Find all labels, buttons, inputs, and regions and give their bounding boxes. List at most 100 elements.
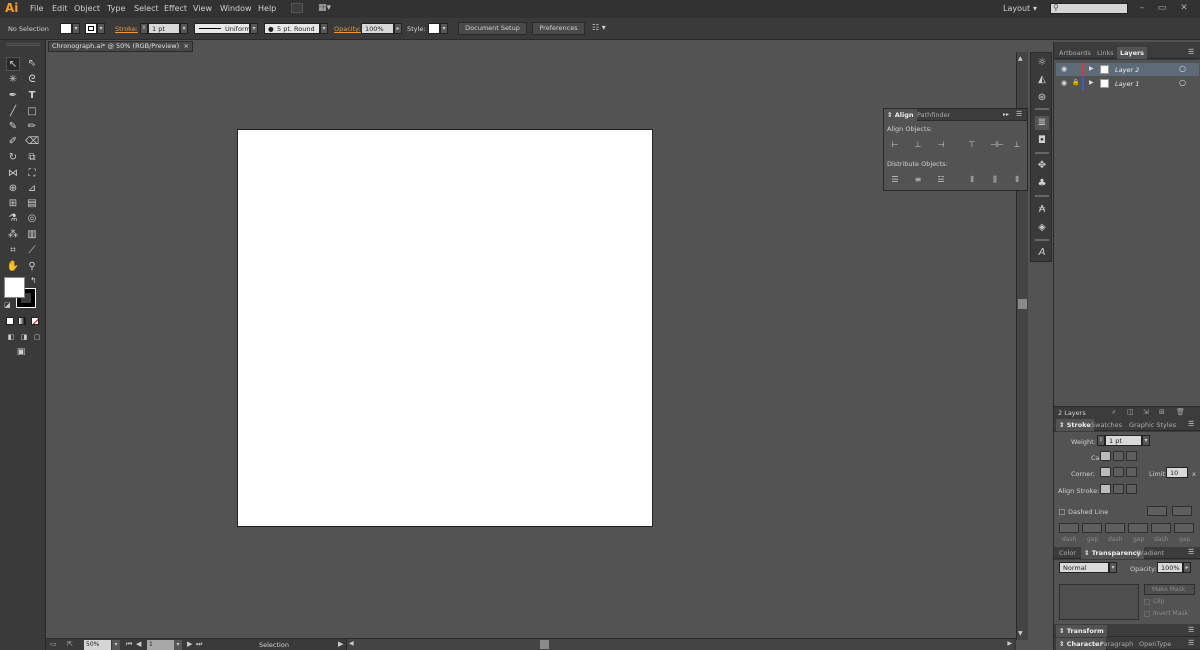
blob-brush-tool-icon[interactable]: ✐: [6, 135, 20, 149]
minimize-icon[interactable]: –: [1134, 2, 1150, 14]
menu-window[interactable]: Window: [220, 4, 252, 13]
weight-stepper[interactable]: ⇕: [1097, 435, 1105, 446]
visibility-eye-icon[interactable]: ◉: [1061, 65, 1067, 73]
gradient-mode-icon[interactable]: [18, 317, 26, 325]
preserve-dash-icon[interactable]: [1147, 506, 1167, 516]
gradient-tool-icon[interactable]: ▤: [25, 197, 39, 211]
layer-name[interactable]: Layer 2: [1115, 66, 1139, 74]
horizontal-align-left-icon[interactable]: ⊢: [890, 140, 900, 150]
layer-row[interactable]: ◉ ▶ Layer 2 ○: [1056, 63, 1199, 76]
navigator-icon[interactable]: ✥: [1035, 159, 1049, 173]
opacity-mask-thumbnail[interactable]: [1059, 584, 1139, 620]
selection-tool-icon[interactable]: ↖: [6, 57, 20, 71]
pathfinder-icon[interactable]: ◘: [1035, 134, 1049, 148]
delete-layer-icon[interactable]: 🗑: [1176, 408, 1185, 416]
tab-pathfinder[interactable]: Pathfinder: [914, 109, 953, 121]
target-icon[interactable]: ○: [1179, 64, 1186, 73]
workspace-switcher[interactable]: Layout: [1003, 4, 1030, 13]
next-artboard-icon[interactable]: ▶: [187, 640, 192, 648]
tab-paragraph[interactable]: Paragraph: [1097, 638, 1136, 650]
stroke-panel-menu-icon[interactable]: ☰: [1188, 420, 1194, 428]
align-dash-icon[interactable]: [1172, 506, 1192, 516]
opacity-label[interactable]: Opacity:: [334, 25, 361, 33]
hand-tool-icon[interactable]: ✋: [6, 260, 20, 274]
rectangle-tool-icon[interactable]: □: [25, 105, 39, 119]
draw-behind-icon[interactable]: ◨: [17, 330, 31, 344]
invert-mask-checkbox[interactable]: [1144, 611, 1150, 617]
none-mode-icon[interactable]: [31, 317, 39, 325]
butt-cap-icon[interactable]: [1100, 451, 1111, 461]
dash-field-2[interactable]: [1105, 523, 1125, 533]
panel-menu-icon[interactable]: ☰: [1016, 110, 1022, 118]
perspective-grid-tool-icon[interactable]: ⊿: [25, 182, 39, 196]
fill-swatch[interactable]: [60, 23, 72, 34]
maximize-icon[interactable]: ▭: [1154, 2, 1170, 14]
vertical-distribute-top-icon[interactable]: ☰: [890, 175, 900, 185]
scroll-right-icon[interactable]: ▶: [1007, 640, 1012, 647]
draw-normal-icon[interactable]: ◧: [4, 330, 18, 344]
bridge-button[interactable]: [291, 3, 303, 13]
transform-panel-menu-icon[interactable]: ☰: [1188, 626, 1194, 634]
artboard-dropdown[interactable]: ▾: [174, 640, 182, 650]
tab-transform[interactable]: ⇕ Transform: [1056, 625, 1107, 637]
lock-icon[interactable]: 🔒: [1072, 79, 1079, 86]
weight-field[interactable]: 1 pt: [1105, 435, 1142, 446]
opacity-dropdown[interactable]: ▸: [394, 23, 402, 34]
dash-field-1[interactable]: [1059, 523, 1079, 533]
menu-edit[interactable]: Edit: [52, 4, 68, 13]
scroll-left-icon[interactable]: ◀: [349, 640, 354, 647]
round-cap-icon[interactable]: [1113, 451, 1124, 461]
search-input[interactable]: ⚲: [1050, 3, 1128, 14]
horizontal-distribute-right-icon[interactable]: ⫴: [1012, 175, 1022, 185]
symbols-icon[interactable]: ⊛: [1035, 91, 1049, 105]
new-layer-icon[interactable]: ⊞: [1159, 408, 1165, 416]
align-stroke-center-icon[interactable]: [1100, 484, 1111, 494]
scroll-down-icon[interactable]: ▼: [1018, 630, 1023, 637]
align-panel-icon[interactable]: ≣: [1035, 116, 1049, 130]
target-icon[interactable]: ○: [1179, 78, 1186, 87]
visibility-eye-icon[interactable]: ◉: [1061, 79, 1067, 87]
opacity-field[interactable]: 100%: [361, 23, 394, 34]
tab-links[interactable]: Links: [1094, 47, 1117, 59]
draw-inside-icon[interactable]: ▢: [30, 330, 44, 344]
vertical-align-center-icon[interactable]: ⊣⊢: [990, 140, 1004, 150]
align-stroke-outside-icon[interactable]: [1126, 484, 1137, 494]
last-artboard-icon[interactable]: ⏭: [196, 640, 202, 649]
width-tool-icon[interactable]: ⋈: [6, 167, 20, 181]
horizontal-align-right-icon[interactable]: ⊣: [936, 140, 946, 150]
zoom-dropdown[interactable]: ▾: [112, 640, 120, 650]
menu-object[interactable]: Object: [74, 4, 100, 13]
column-graph-tool-icon[interactable]: ▥: [25, 228, 39, 242]
tab-layers[interactable]: Layers: [1117, 47, 1148, 59]
stroke-weight-stepper[interactable]: ⇕: [140, 23, 148, 34]
gap-field-3[interactable]: [1174, 523, 1194, 533]
style-dropdown[interactable]: ▾: [440, 23, 448, 34]
expand-layer-icon[interactable]: ▶: [1089, 79, 1094, 86]
symbol-sprayer-tool-icon[interactable]: ⁂: [6, 228, 20, 242]
vertical-distribute-center-icon[interactable]: ≡: [913, 175, 923, 185]
weight-dropdown[interactable]: ▾: [1142, 435, 1150, 446]
default-colors-icon[interactable]: ◪: [4, 301, 11, 309]
mesh-tool-icon[interactable]: ⊞: [6, 197, 20, 211]
rotate-tool-icon[interactable]: ↻: [6, 151, 20, 165]
free-transform-tool-icon[interactable]: ⛶: [25, 167, 39, 181]
blend-tool-icon[interactable]: ◎: [25, 212, 39, 226]
direct-selection-tool-icon[interactable]: ⇖: [25, 57, 39, 71]
layers-panel-menu-icon[interactable]: ☰: [1188, 48, 1194, 56]
brush-definition[interactable]: ● 5 pt. Round: [264, 23, 320, 34]
collapse-panel-icon[interactable]: ▸▸: [1003, 111, 1009, 118]
artboard-number-field[interactable]: 1: [147, 640, 174, 650]
swap-fill-stroke-icon[interactable]: ↰: [30, 276, 37, 285]
color-guide-icon[interactable]: ☼: [1035, 56, 1049, 70]
color-mode-icon[interactable]: [6, 317, 14, 325]
shape-builder-tool-icon[interactable]: ⊕: [6, 182, 20, 196]
transparency-panel-menu-icon[interactable]: ☰: [1188, 548, 1194, 556]
workspace-chevron-icon[interactable]: ▾: [1033, 4, 1037, 13]
horizontal-distribute-left-icon[interactable]: ⫴: [967, 175, 977, 185]
info-icon[interactable]: ◈: [1035, 221, 1049, 235]
menu-help[interactable]: Help: [258, 4, 276, 13]
brushes-icon[interactable]: ◭: [1035, 73, 1049, 87]
stroke-label[interactable]: Stroke:: [115, 25, 138, 33]
menu-select[interactable]: Select: [134, 4, 159, 13]
vertical-scroll-thumb[interactable]: [1018, 299, 1027, 309]
